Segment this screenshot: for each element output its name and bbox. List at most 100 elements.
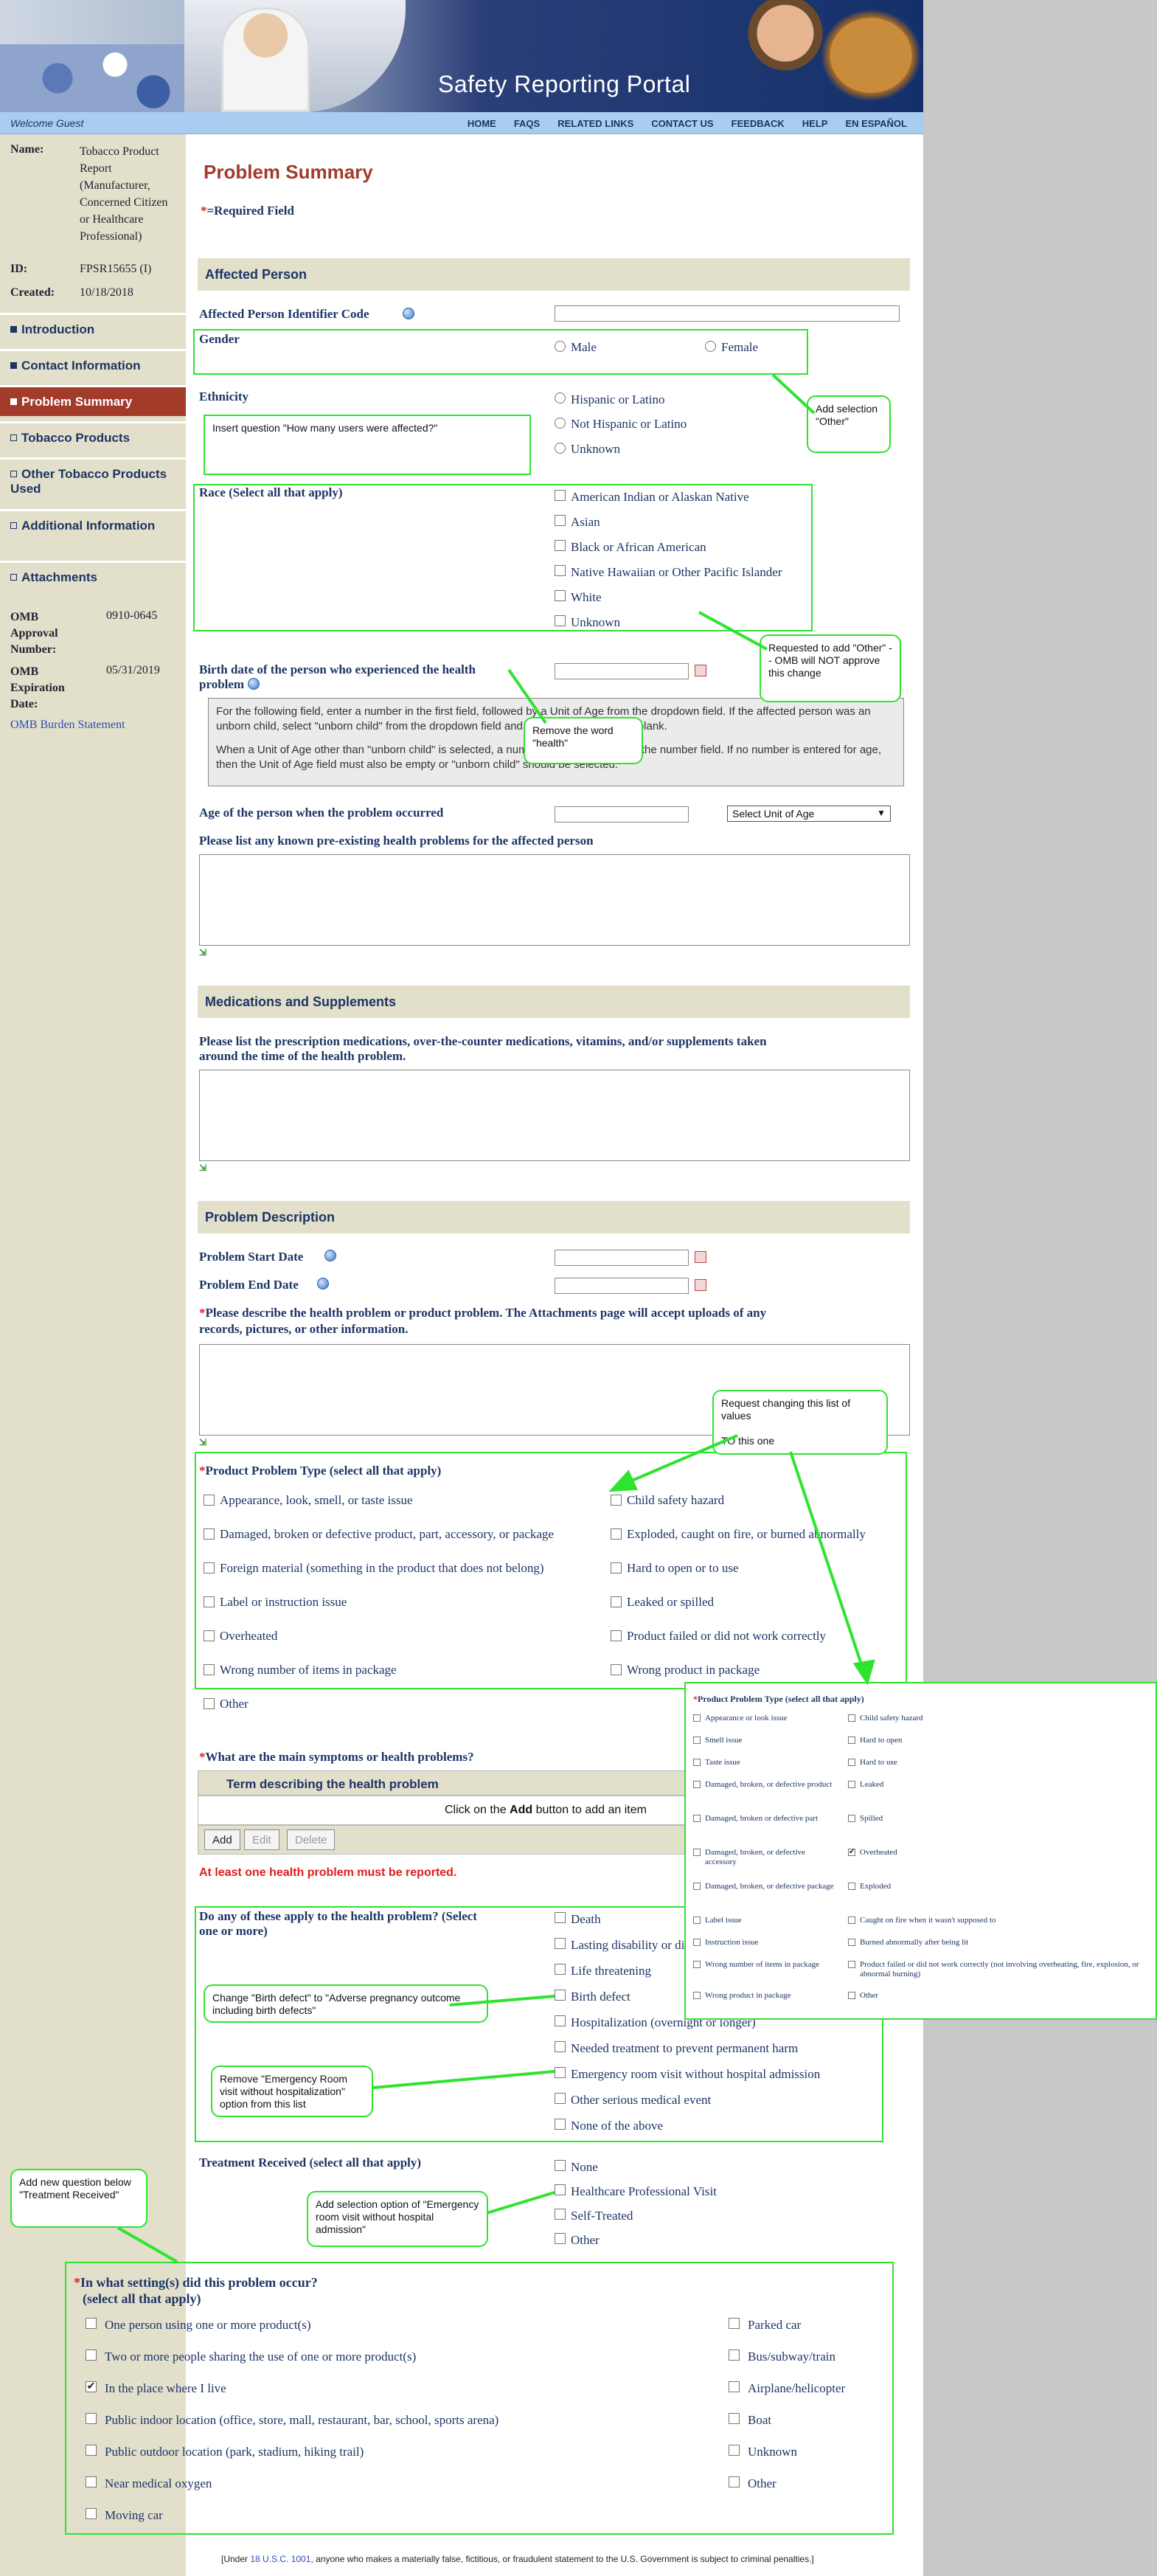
proposed-checkbox-label-issue[interactable] xyxy=(693,1917,701,1924)
nav-related-links[interactable]: RELATED LINKS xyxy=(557,118,633,129)
problem-end-label: Problem End Date xyxy=(199,1278,299,1292)
medications-textarea[interactable] xyxy=(199,1070,910,1161)
proposed-checkbox-damaged-broken-or-defective-accessory[interactable] xyxy=(693,1849,701,1856)
proposed-label: Damaged, broken, or defective accessory xyxy=(705,1848,805,1866)
problem-end-input[interactable] xyxy=(555,1278,689,1294)
callout-treatment: Add selection option of "Emergency room … xyxy=(307,2191,488,2247)
proposed-label: Taste issue xyxy=(705,1758,740,1767)
birth-date-label: Birth date of the person who experienced… xyxy=(199,662,476,676)
birth-date-input[interactable] xyxy=(555,663,689,679)
help-icon[interactable] xyxy=(248,678,260,690)
nav-home[interactable]: HOME xyxy=(468,118,496,129)
resize-icon[interactable]: ⇲ xyxy=(199,948,212,957)
proposed-checkbox-damaged-broken-or-defective-part[interactable] xyxy=(693,1815,701,1822)
proposed-checkbox-wrong-product-in-package[interactable] xyxy=(693,1992,701,1999)
setting-checkbox-one-person-using-one-or-more-product-s[interactable] xyxy=(86,2318,97,2329)
ethnicity-not-hispanic-radio[interactable] xyxy=(555,418,566,429)
omb-number-label: OMB Approval Number: xyxy=(10,611,58,656)
setting-checkbox-two-or-more-people-sharing-the-use-of-on[interactable] xyxy=(86,2350,97,2361)
id-label: ID: xyxy=(10,263,28,275)
setting-checkbox-unknown[interactable] xyxy=(729,2445,740,2456)
treatment-checkbox-healthcare-professional-visit[interactable] xyxy=(555,2184,566,2195)
sidebar-item-other-tobacco-products[interactable]: Other Tobacco Products Used xyxy=(0,457,186,506)
setting-checkbox-airplane-helicopter[interactable] xyxy=(729,2381,740,2392)
proposed-checkbox-other[interactable] xyxy=(848,1992,855,1999)
treatment-checkbox-other[interactable] xyxy=(555,2233,566,2244)
proposed-checkbox-appearance-or-look-issue[interactable] xyxy=(693,1714,701,1722)
proposed-checkbox-caught-on-fire-when-it-wasn-t-supposed-t[interactable] xyxy=(848,1917,855,1924)
sidebar-item-contact-information[interactable]: Contact Information xyxy=(0,349,186,380)
help-icon[interactable] xyxy=(317,1278,329,1289)
calendar-icon[interactable] xyxy=(695,1279,706,1291)
age-unit-select[interactable]: Select Unit of Age ▼ xyxy=(727,806,891,822)
callout-problem-type: Request changing this list of values TO … xyxy=(712,1390,888,1455)
proposed-label: Appearance or look issue xyxy=(705,1714,788,1722)
proposed-label: Instruction issue xyxy=(705,1938,759,1947)
proposed-label: Leaked xyxy=(860,1780,884,1789)
ethnicity-unknown-label: Unknown xyxy=(571,442,621,456)
sidebar-item-introduction[interactable]: Introduction xyxy=(0,313,186,344)
identifier-input[interactable] xyxy=(555,305,900,322)
treatment-checkbox-none[interactable] xyxy=(555,2160,566,2171)
proposed-checkbox-product-failed-or-did-not-work-correctly[interactable] xyxy=(848,1961,855,1968)
setting-label: Airplane/helicopter xyxy=(748,2381,846,2395)
proposed-checkbox-leaked[interactable] xyxy=(848,1781,855,1788)
ethnicity-unknown-radio[interactable] xyxy=(555,443,566,454)
usc-link[interactable]: 18 U.S.C. 1001 xyxy=(250,2554,310,2564)
describe-label: *Please describe the health problem or p… xyxy=(199,1306,767,1320)
setting-label: Public outdoor location (park, stadium, … xyxy=(105,2445,364,2459)
sidebar-item-additional-information[interactable]: Additional Information xyxy=(0,509,186,558)
setting-checkbox-boat[interactable] xyxy=(729,2413,740,2424)
proposed-checkbox-damaged-broken-or-defective-package[interactable] xyxy=(693,1883,701,1890)
sidebar-item-attachments[interactable]: Attachments xyxy=(0,561,186,592)
proposed-checkbox-burned-abnormally-after-being-lit[interactable] xyxy=(848,1939,855,1946)
delete-button[interactable]: Delete xyxy=(287,1829,336,1850)
help-icon[interactable] xyxy=(403,308,414,319)
nav-feedback[interactable]: FEEDBACK xyxy=(732,118,785,129)
treatment-checkbox-self-treated[interactable] xyxy=(555,2209,566,2220)
proposed-checkbox-damaged-broken-or-defective-product[interactable] xyxy=(693,1781,701,1788)
proposed-checkbox-wrong-number-of-items-in-package[interactable] xyxy=(693,1961,701,1968)
omb-burden-link[interactable]: OMB Burden Statement xyxy=(10,719,125,732)
setting-label: Parked car xyxy=(748,2318,802,2332)
proposed-checkbox-exploded[interactable] xyxy=(848,1883,855,1890)
proposed-checkbox-hard-to-open[interactable] xyxy=(848,1737,855,1744)
setting-checkbox-bus-subway-train[interactable] xyxy=(729,2350,740,2361)
setting-checkbox-parked-car[interactable] xyxy=(729,2318,740,2329)
ethnicity-hispanic-radio[interactable] xyxy=(555,392,566,404)
calendar-icon[interactable] xyxy=(695,1251,706,1263)
sidebar-item-tobacco-products[interactable]: Tobacco Products xyxy=(0,421,186,452)
omb-expiration-value: 05/31/2019 xyxy=(106,664,160,676)
proposed-checkbox-overheated[interactable]: ✔ xyxy=(848,1849,855,1856)
proposed-checkbox-taste-issue[interactable] xyxy=(693,1759,701,1766)
sidebar-item-problem-summary[interactable]: Problem Summary xyxy=(0,385,186,416)
age-number-input[interactable] xyxy=(555,806,689,823)
add-button[interactable]: Add xyxy=(204,1829,240,1850)
proposed-checkbox-hard-to-use[interactable] xyxy=(848,1759,855,1766)
symptoms-table-hint: Click on the Add button to add an item xyxy=(445,1804,647,1816)
proposed-checkbox-smell-issue[interactable] xyxy=(693,1737,701,1744)
setting-checkbox-public-indoor-location-office-store-mall[interactable] xyxy=(86,2413,97,2424)
proposed-checkbox-instruction-issue[interactable] xyxy=(693,1939,701,1946)
proposed-checkbox-spilled[interactable] xyxy=(848,1815,855,1822)
calendar-icon[interactable] xyxy=(695,665,706,676)
setting-checkbox-near-medical-oxygen[interactable] xyxy=(86,2476,97,2487)
setting-checkbox-other[interactable] xyxy=(729,2476,740,2487)
proposed-checkbox-child-safety-hazard[interactable] xyxy=(848,1714,855,1722)
problem-type-label: Other xyxy=(220,1697,249,1711)
setting-checkbox-moving-car[interactable] xyxy=(86,2508,97,2519)
nav-help[interactable]: HELP xyxy=(802,118,828,129)
nav-contact-us[interactable]: CONTACT US xyxy=(651,118,713,129)
nav-faqs[interactable]: FAQS xyxy=(514,118,540,129)
setting-checkbox-in-the-place-where-i-live[interactable]: ✔ xyxy=(86,2381,97,2392)
edit-button[interactable]: Edit xyxy=(244,1829,279,1850)
resize-icon[interactable]: ⇲ xyxy=(199,1163,212,1172)
preexisting-textarea[interactable] xyxy=(199,854,910,946)
problem-start-input[interactable] xyxy=(555,1250,689,1266)
nav-espanol[interactable]: EN ESPAÑOL xyxy=(845,118,907,129)
resize-icon[interactable]: ⇲ xyxy=(199,1438,212,1447)
help-icon[interactable] xyxy=(324,1250,336,1261)
setting-checkbox-public-outdoor-location-park-stadium-hik[interactable] xyxy=(86,2445,97,2456)
describe-label-line2: records, pictures, or other information. xyxy=(199,1322,409,1336)
problem-type-checkbox-other[interactable] xyxy=(204,1698,215,1709)
